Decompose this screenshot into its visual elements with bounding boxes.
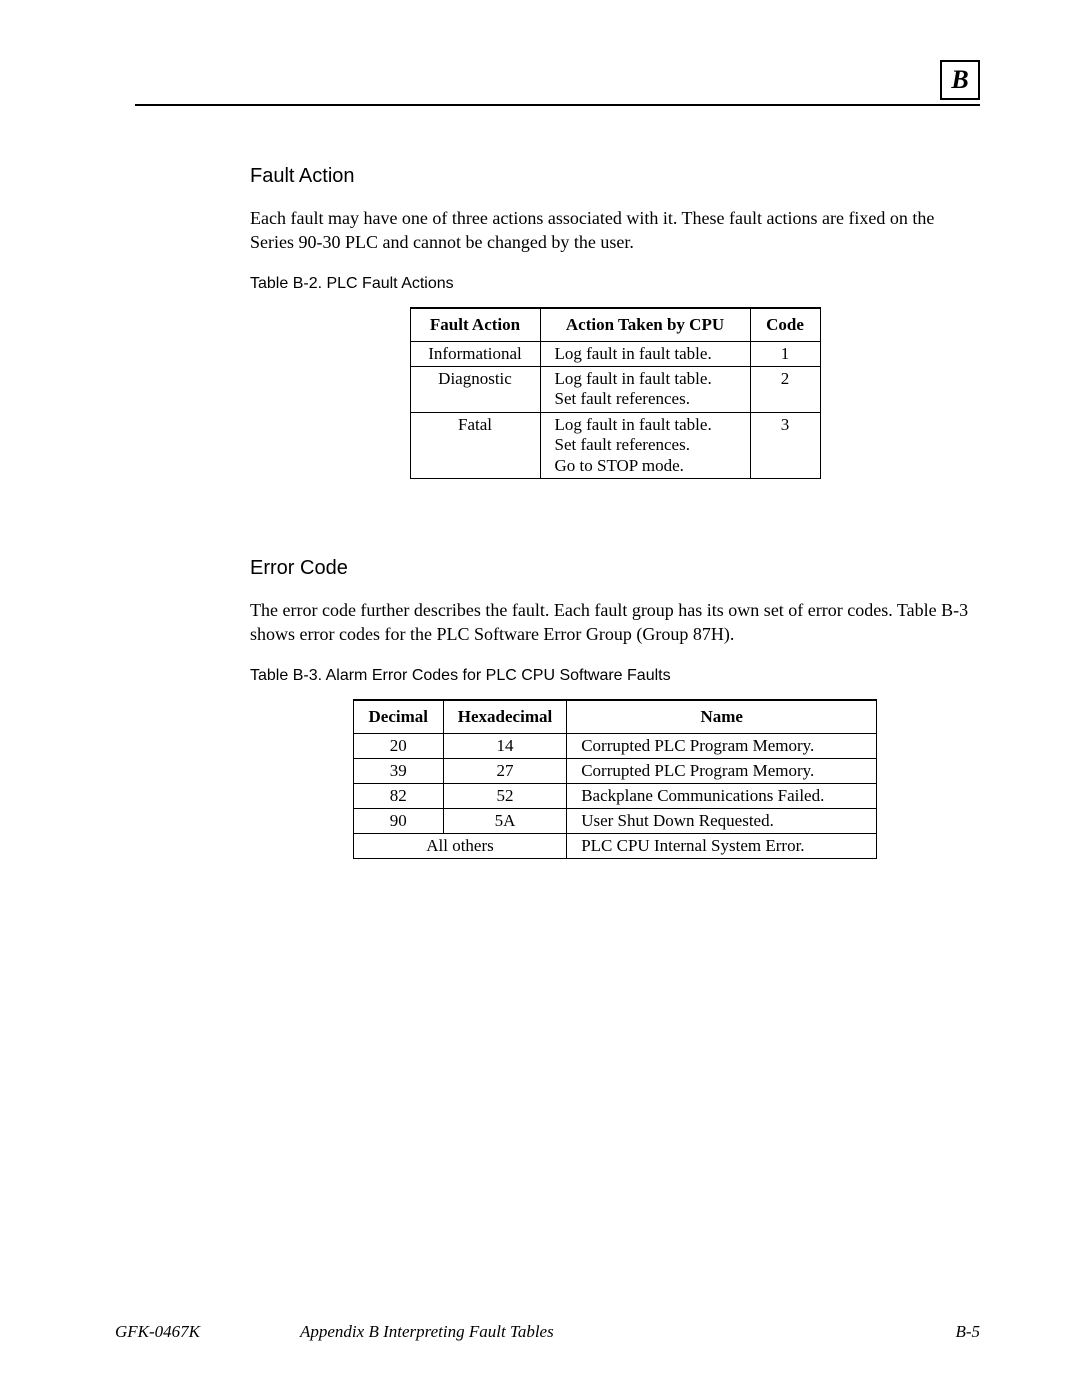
page-header: B <box>135 60 980 110</box>
table-row: 8252Backplane Communications Failed. <box>353 783 876 808</box>
col-fault-action: Fault Action <box>410 308 540 342</box>
cell-decimal: 82 <box>353 783 443 808</box>
cell-code: 1 <box>750 341 820 366</box>
cell-hexadecimal: 14 <box>443 733 566 758</box>
cell-cpu-action: Log fault in fault table.Set fault refer… <box>540 412 750 478</box>
table-b2-fault-actions: Fault Action Action Taken by CPU Code In… <box>410 307 821 479</box>
table-row: 905AUser Shut Down Requested. <box>353 808 876 833</box>
cell-all-others: All others <box>353 833 566 858</box>
table-row: All othersPLC CPU Internal System Error. <box>353 833 876 858</box>
error-code-heading: Error Code <box>250 557 980 580</box>
cell-hexadecimal: 5A <box>443 808 566 833</box>
footer-page: B-5 <box>955 1322 980 1342</box>
col-code: Code <box>750 308 820 342</box>
cell-name: User Shut Down Requested. <box>567 808 877 833</box>
cell-fault-action: Informational <box>410 341 540 366</box>
cell-name: Corrupted PLC Program Memory. <box>567 758 877 783</box>
table-b3-error-codes: Decimal Hexadecimal Name 2014Corrupted P… <box>353 699 877 859</box>
table-row: FatalLog fault in fault table.Set fault … <box>410 412 820 478</box>
cell-hexadecimal: 27 <box>443 758 566 783</box>
cell-name: Backplane Communications Failed. <box>567 783 877 808</box>
error-code-paragraph: The error code further describes the fau… <box>250 598 980 647</box>
cell-name: Corrupted PLC Program Memory. <box>567 733 877 758</box>
col-cpu-action: Action Taken by CPU <box>540 308 750 342</box>
appendix-letter: B <box>951 65 968 95</box>
col-name: Name <box>567 700 877 734</box>
cell-hexadecimal: 52 <box>443 783 566 808</box>
table-header-row: Decimal Hexadecimal Name <box>353 700 876 734</box>
footer-doc-id: GFK-0467K <box>115 1322 200 1342</box>
table-header-row: Fault Action Action Taken by CPU Code <box>410 308 820 342</box>
cell-decimal: 20 <box>353 733 443 758</box>
cell-decimal: 90 <box>353 808 443 833</box>
cell-cpu-action: Log fault in fault table. <box>540 341 750 366</box>
cell-fault-action: Diagnostic <box>410 366 540 412</box>
table-row: DiagnosticLog fault in fault table.Set f… <box>410 366 820 412</box>
footer-chapter: Appendix B Interpreting Fault Tables <box>200 1322 955 1342</box>
table-b3-caption: Table B-3. Alarm Error Codes for PLC CPU… <box>250 667 980 685</box>
cell-code: 2 <box>750 366 820 412</box>
cell-fault-action: Fatal <box>410 412 540 478</box>
cell-decimal: 39 <box>353 758 443 783</box>
cell-code: 3 <box>750 412 820 478</box>
page-content: Fault Action Each fault may have one of … <box>250 165 980 859</box>
table-row: InformationalLog fault in fault table.1 <box>410 341 820 366</box>
fault-action-paragraph: Each fault may have one of three actions… <box>250 206 980 255</box>
col-decimal: Decimal <box>353 700 443 734</box>
appendix-badge: B <box>940 60 980 100</box>
page-footer: GFK-0467K Appendix B Interpreting Fault … <box>115 1322 980 1342</box>
table-b2-caption: Table B-2. PLC Fault Actions <box>250 275 980 293</box>
col-hexadecimal: Hexadecimal <box>443 700 566 734</box>
cell-name: PLC CPU Internal System Error. <box>567 833 877 858</box>
header-rule <box>135 104 980 106</box>
table-row: 3927Corrupted PLC Program Memory. <box>353 758 876 783</box>
table-row: 2014Corrupted PLC Program Memory. <box>353 733 876 758</box>
cell-cpu-action: Log fault in fault table.Set fault refer… <box>540 366 750 412</box>
fault-action-heading: Fault Action <box>250 165 980 188</box>
